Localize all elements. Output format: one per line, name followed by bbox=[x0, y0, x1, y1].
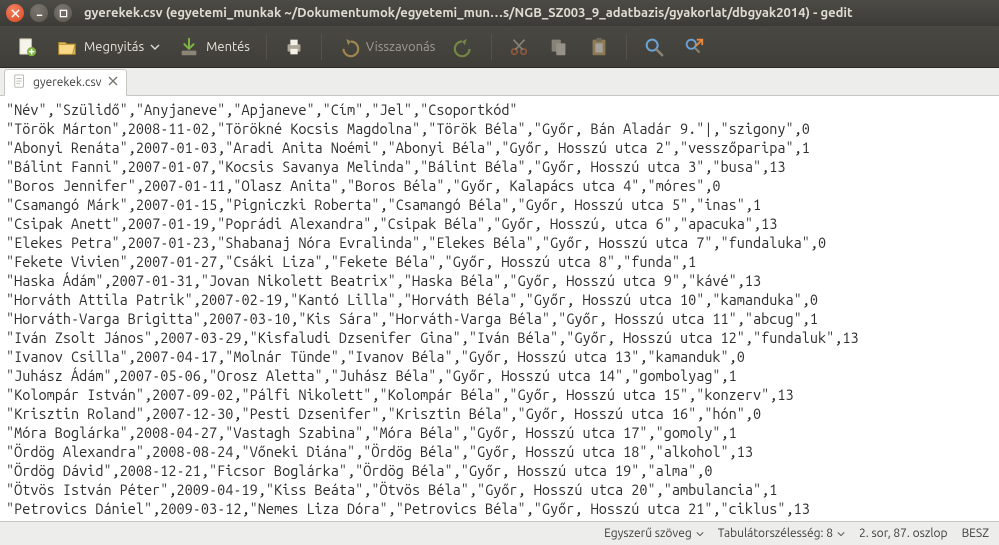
insert-mode[interactable]: BESZ bbox=[962, 527, 989, 540]
file-icon bbox=[13, 74, 27, 91]
syntax-selector[interactable]: Egyszerű szöveg bbox=[604, 527, 704, 540]
separator bbox=[321, 34, 322, 60]
editor-line: "Móra Boglárka",2008-04-27,"Vastagh Szab… bbox=[6, 423, 993, 442]
editor-line: "Abonyi Renáta",2007-01-03,"Aradi Anita … bbox=[6, 138, 993, 157]
tab-label: gyerekek.csv bbox=[33, 76, 102, 89]
separator bbox=[626, 34, 627, 60]
cursor-label: 2. sor, 87. oszlop bbox=[859, 527, 948, 540]
scissors-icon bbox=[508, 36, 530, 58]
open-label: Megnyitás bbox=[84, 40, 144, 54]
folder-open-icon bbox=[56, 36, 78, 58]
undo-icon bbox=[338, 36, 360, 58]
search-icon bbox=[643, 36, 665, 58]
text-editor[interactable]: "Név","Szülidő","Anyjaneve","Apjaneve","… bbox=[0, 96, 999, 521]
tab-gyerekek-csv[interactable]: gyerekek.csv bbox=[4, 69, 127, 96]
separator bbox=[491, 34, 492, 60]
editor-line: "Bálint Fanni",2007-01-07,"Kocsis Savany… bbox=[6, 157, 993, 176]
save-button[interactable]: Mentés bbox=[170, 32, 258, 62]
undo-button[interactable]: Visszavonás bbox=[330, 32, 443, 62]
paste-button[interactable] bbox=[580, 32, 618, 62]
editor-line: "Horváth Attila Patrik",2007-02-19,"Kant… bbox=[6, 290, 993, 309]
editor-line: "Polyák Norbert",2009-02-02,"Patay Nikol… bbox=[6, 518, 993, 521]
save-icon bbox=[178, 36, 200, 58]
undo-label: Visszavonás bbox=[366, 40, 435, 54]
print-icon bbox=[283, 36, 305, 58]
copy-button[interactable] bbox=[540, 32, 578, 62]
statusbar: Egyszerű szöveg Tabulátorszélesség: 8 2.… bbox=[0, 521, 999, 545]
cursor-position: 2. sor, 87. oszlop bbox=[859, 527, 948, 540]
editor-line: "Csamangó Márk",2007-01-15,"Pigniczki Ro… bbox=[6, 195, 993, 214]
syntax-label: Egyszerű szöveg bbox=[604, 527, 692, 540]
chevron-down-icon bbox=[150, 42, 160, 52]
editor-line: "Kolompár István",2007-09-02,"Pálfi Niko… bbox=[6, 385, 993, 404]
editor-line: "Boros Jennifer",2007-01-11,"Olasz Anita… bbox=[6, 176, 993, 195]
redo-button[interactable] bbox=[445, 32, 483, 62]
toolbar: Megnyitás Mentés Visszavonás bbox=[0, 26, 999, 68]
separator bbox=[266, 34, 267, 60]
tabbar: gyerekek.csv bbox=[0, 68, 999, 96]
open-button[interactable]: Megnyitás bbox=[48, 32, 168, 62]
window-close-button[interactable] bbox=[6, 4, 24, 22]
editor-line: "Csipak Anett",2007-01-19,"Poprádi Alexa… bbox=[6, 214, 993, 233]
print-button[interactable] bbox=[275, 32, 313, 62]
cut-button[interactable] bbox=[500, 32, 538, 62]
editor-line: "Ötvös István Péter",2009-04-19,"Kiss Be… bbox=[6, 480, 993, 499]
editor-line: "Ivanov Csilla",2007-04-17,"Molnár Tünde… bbox=[6, 347, 993, 366]
find-replace-button[interactable] bbox=[675, 32, 713, 62]
editor-line: "Elekes Petra",2007-01-23,"Shabanaj Nóra… bbox=[6, 233, 993, 252]
close-icon[interactable] bbox=[108, 76, 118, 89]
tabwidth-label: Tabulátorszélesség: 8 bbox=[718, 527, 833, 540]
chevron-down-icon bbox=[837, 530, 845, 538]
window-maximize-button[interactable] bbox=[54, 4, 72, 22]
editor-line: "Horváth-Varga Brigitta",2007-03-10,"Kis… bbox=[6, 309, 993, 328]
editor-line: "Név","Szülidő","Anyjaneve","Apjaneve","… bbox=[6, 100, 993, 119]
chevron-down-icon bbox=[696, 530, 704, 538]
editor-line: "Juhász Ádám",2007-05-06,"Orosz Aletta",… bbox=[6, 366, 993, 385]
editor-line: "Ördög Alexandra",2008-08-24,"Vőneki Diá… bbox=[6, 442, 993, 461]
window-minimize-button[interactable] bbox=[30, 4, 48, 22]
new-document-icon bbox=[16, 36, 38, 58]
editor-line: "Fekete Vivien",2007-01-27,"Csáki Liza",… bbox=[6, 252, 993, 271]
editor-line: "Petrovics Dániel",2009-03-12,"Nemes Liz… bbox=[6, 499, 993, 518]
copy-icon bbox=[548, 36, 570, 58]
editor-line: "Haska Ádám",2007-01-31,"Jovan Nikolett … bbox=[6, 271, 993, 290]
insert-label: BESZ bbox=[962, 527, 989, 540]
titlebar: gyerekek.csv (egyetemi_munkak ~/Dokument… bbox=[0, 0, 999, 26]
editor-line: "Ördög Dávid",2008-12-21,"Ficsor Boglárk… bbox=[6, 461, 993, 480]
redo-icon bbox=[453, 36, 475, 58]
editor-line: "Török Márton",2008-11-02,"Törökné Kocsi… bbox=[6, 119, 993, 138]
window-title: gyerekek.csv (egyetemi_munkak ~/Dokument… bbox=[84, 6, 853, 20]
new-document-button[interactable] bbox=[8, 32, 46, 62]
find-button[interactable] bbox=[635, 32, 673, 62]
editor-line: "Krisztin Roland",2007-12-30,"Pesti Dzse… bbox=[6, 404, 993, 423]
paste-icon bbox=[588, 36, 610, 58]
find-replace-icon bbox=[683, 36, 705, 58]
save-label: Mentés bbox=[206, 40, 250, 54]
tabwidth-selector[interactable]: Tabulátorszélesség: 8 bbox=[718, 527, 845, 540]
editor-line: "Iván Zsolt János",2007-03-29,"Kisfaludi… bbox=[6, 328, 993, 347]
